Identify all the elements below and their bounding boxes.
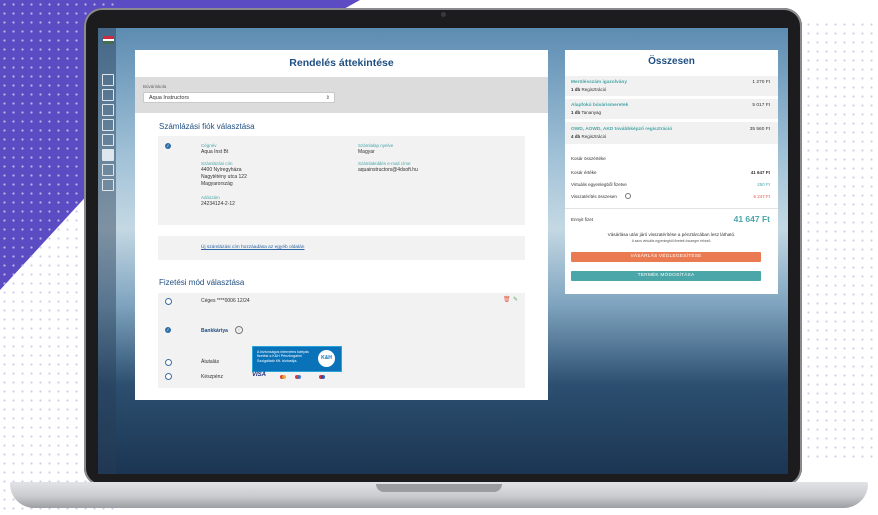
payment-methods-box: Céges ****0006 12/24 🗑 ✎ ✓ Bankkártya i … [158,293,525,388]
summary-item-price: 5 017 Ft [752,103,770,108]
summary-title: Összesen [648,56,695,67]
address-label: Számlázási cím [201,161,233,166]
logout-icon[interactable] [102,179,114,191]
summary-item-unit: Regisztráció [581,87,607,92]
diving-center-select[interactable]: Aqua Instructors ⇕ [143,92,335,103]
summary-item: Merülésszám igazolvány 1 db Regisztráció… [565,76,778,96]
summary-item-name: Alapfokú búvárismeretek [571,103,629,108]
summary-divider [565,208,778,209]
chevron-updown-icon: ⇕ [325,95,330,101]
diving-center-label: Búváriskola [143,84,167,89]
company-value: Aqua Inst Bt [201,149,229,155]
cart-icon[interactable] [102,104,114,116]
billing-section-title: Számlázási fiók választása [159,122,255,131]
add-billing-box: Új számlázási cím hozzáadása az egyéb ol… [158,236,525,260]
bank-card-label: Bankkártya [201,328,228,334]
refund-note: Vásárlása után járó visszatérítése a pén… [607,232,736,237]
check-selected-icon[interactable]: ✓ [165,143,171,149]
refund-note-small: A saos virtuális egyenlegből fizetett ös… [631,239,712,243]
virtual-balance-label: Virtuális egyenlegből fizetve [571,182,627,187]
summary-item-unit: Tananyag [581,110,601,115]
email-label: Számlaküldés e-mail címe [358,161,411,166]
info-icon[interactable]: i [235,326,243,334]
kh-logo: K&H [318,350,335,367]
summary-item-name: OWD, AOWD, AKD továbbképző regisztráció [571,127,673,132]
transfer-label: Átutalás [201,359,220,365]
visa-logo: VISA [252,372,267,378]
summary-item-unit: Regisztráció [581,134,607,139]
laptop-camera [441,12,446,17]
address-line-3: Magyarország [201,181,233,187]
app-side-rail [98,28,116,474]
profile-icon[interactable] [102,164,114,176]
email-value: aquainstructors@4dsoft.hu [358,167,418,173]
payment-section-title: Fizetési mód választása [159,278,245,287]
bank-card-check-icon[interactable]: ✓ [165,327,171,333]
maestro-icon [295,375,301,379]
trash-icon[interactable]: 🗑 [503,296,511,303]
tax-value: 24234124-2-12 [201,201,235,207]
laptop-notch [376,484,502,492]
address-line-1: 4400 Nyíregyháza [201,167,242,173]
language-value: Magyar [358,149,375,155]
summary-item-qty: 4 db [571,134,581,139]
diver-icon[interactable] [102,134,114,146]
laptop-screen: Rendelés áttekintése Búváriskola Aqua In… [98,28,788,474]
kh-bank-badge: A biztonságos internetes kártyás fizetés… [252,346,342,372]
document-icon[interactable] [102,74,114,86]
refund-value: 6 247 Ft [753,194,770,199]
info-icon[interactable] [625,193,631,199]
edit-pencil-icon[interactable]: ✎ [513,296,518,303]
language-label: Számlalap nyelve [358,143,394,148]
summary-item-qty: 1 db [571,110,581,115]
diving-center-value: Aqua Instructors [149,95,190,101]
summary-item: Alapfokú búvárismeretek 1 db Tananyag 5 … [565,99,778,119]
virtual-balance-value: 250 Ft [757,182,770,187]
pay-amount-label: Ennyit fizet [571,217,594,222]
summary-item-qty: 1 db [571,87,581,92]
summary-item-name: Merülésszám igazolvány [571,80,627,85]
add-billing-link[interactable]: Új számlázási cím hozzáadása az egyéb ol… [201,245,304,250]
bank-info-text: A biztonságos internetes kártyás fizetés… [257,350,309,363]
cart-value-label: Kosár értéke [571,170,597,175]
pay-amount-value: 41 647 Ft [733,214,770,224]
summary-item-price: 1 270 Ft [752,80,770,85]
order-review-card: Rendelés áttekintése Búváriskola Aqua In… [135,50,548,400]
modify-product-button[interactable]: TERMÉK MÓDOSÍTÁSA [571,271,761,281]
transfer-radio[interactable] [165,359,172,366]
cart-value-title: Kosár összértéke [571,156,606,161]
list-icon[interactable] [102,89,114,101]
address-line-2: Nagytétény utca 122 [201,174,247,180]
summary-item-price: 35 560 Ft [749,127,770,132]
mastercard-icon [280,375,286,379]
saved-card-radio[interactable] [165,298,172,305]
diving-center-band: Búváriskola Aqua Instructors ⇕ [135,77,548,113]
refund-label: Visszatérítés összesen [571,194,617,199]
folder-icon[interactable] [102,119,114,131]
company-label: Cégnév [201,143,217,148]
tax-label: Adószám [201,195,220,200]
calendar-icon[interactable] [102,149,114,161]
cart-value: 41 647 Ft [750,170,770,175]
language-flag-icon[interactable] [103,36,114,44]
finalize-purchase-button[interactable]: VÁSÁRLÁS VÉGLEGESÍTÉSE [571,252,761,262]
order-summary-card: Összesen Merülésszám igazolvány 1 db Reg… [565,50,778,294]
saved-card-label: Céges ****0006 12/24 [201,298,250,304]
cash-label: Készpénz [201,374,223,380]
cash-radio[interactable] [165,373,172,380]
billing-account-box[interactable]: ✓ Cégnév Aqua Inst Bt Számlalap nyelve M… [158,136,525,225]
page-title: Rendelés áttekintése [289,57,394,69]
card-brand-icon [319,375,325,379]
summary-item: OWD, AOWD, AKD továbbképző regisztráció … [565,122,778,144]
